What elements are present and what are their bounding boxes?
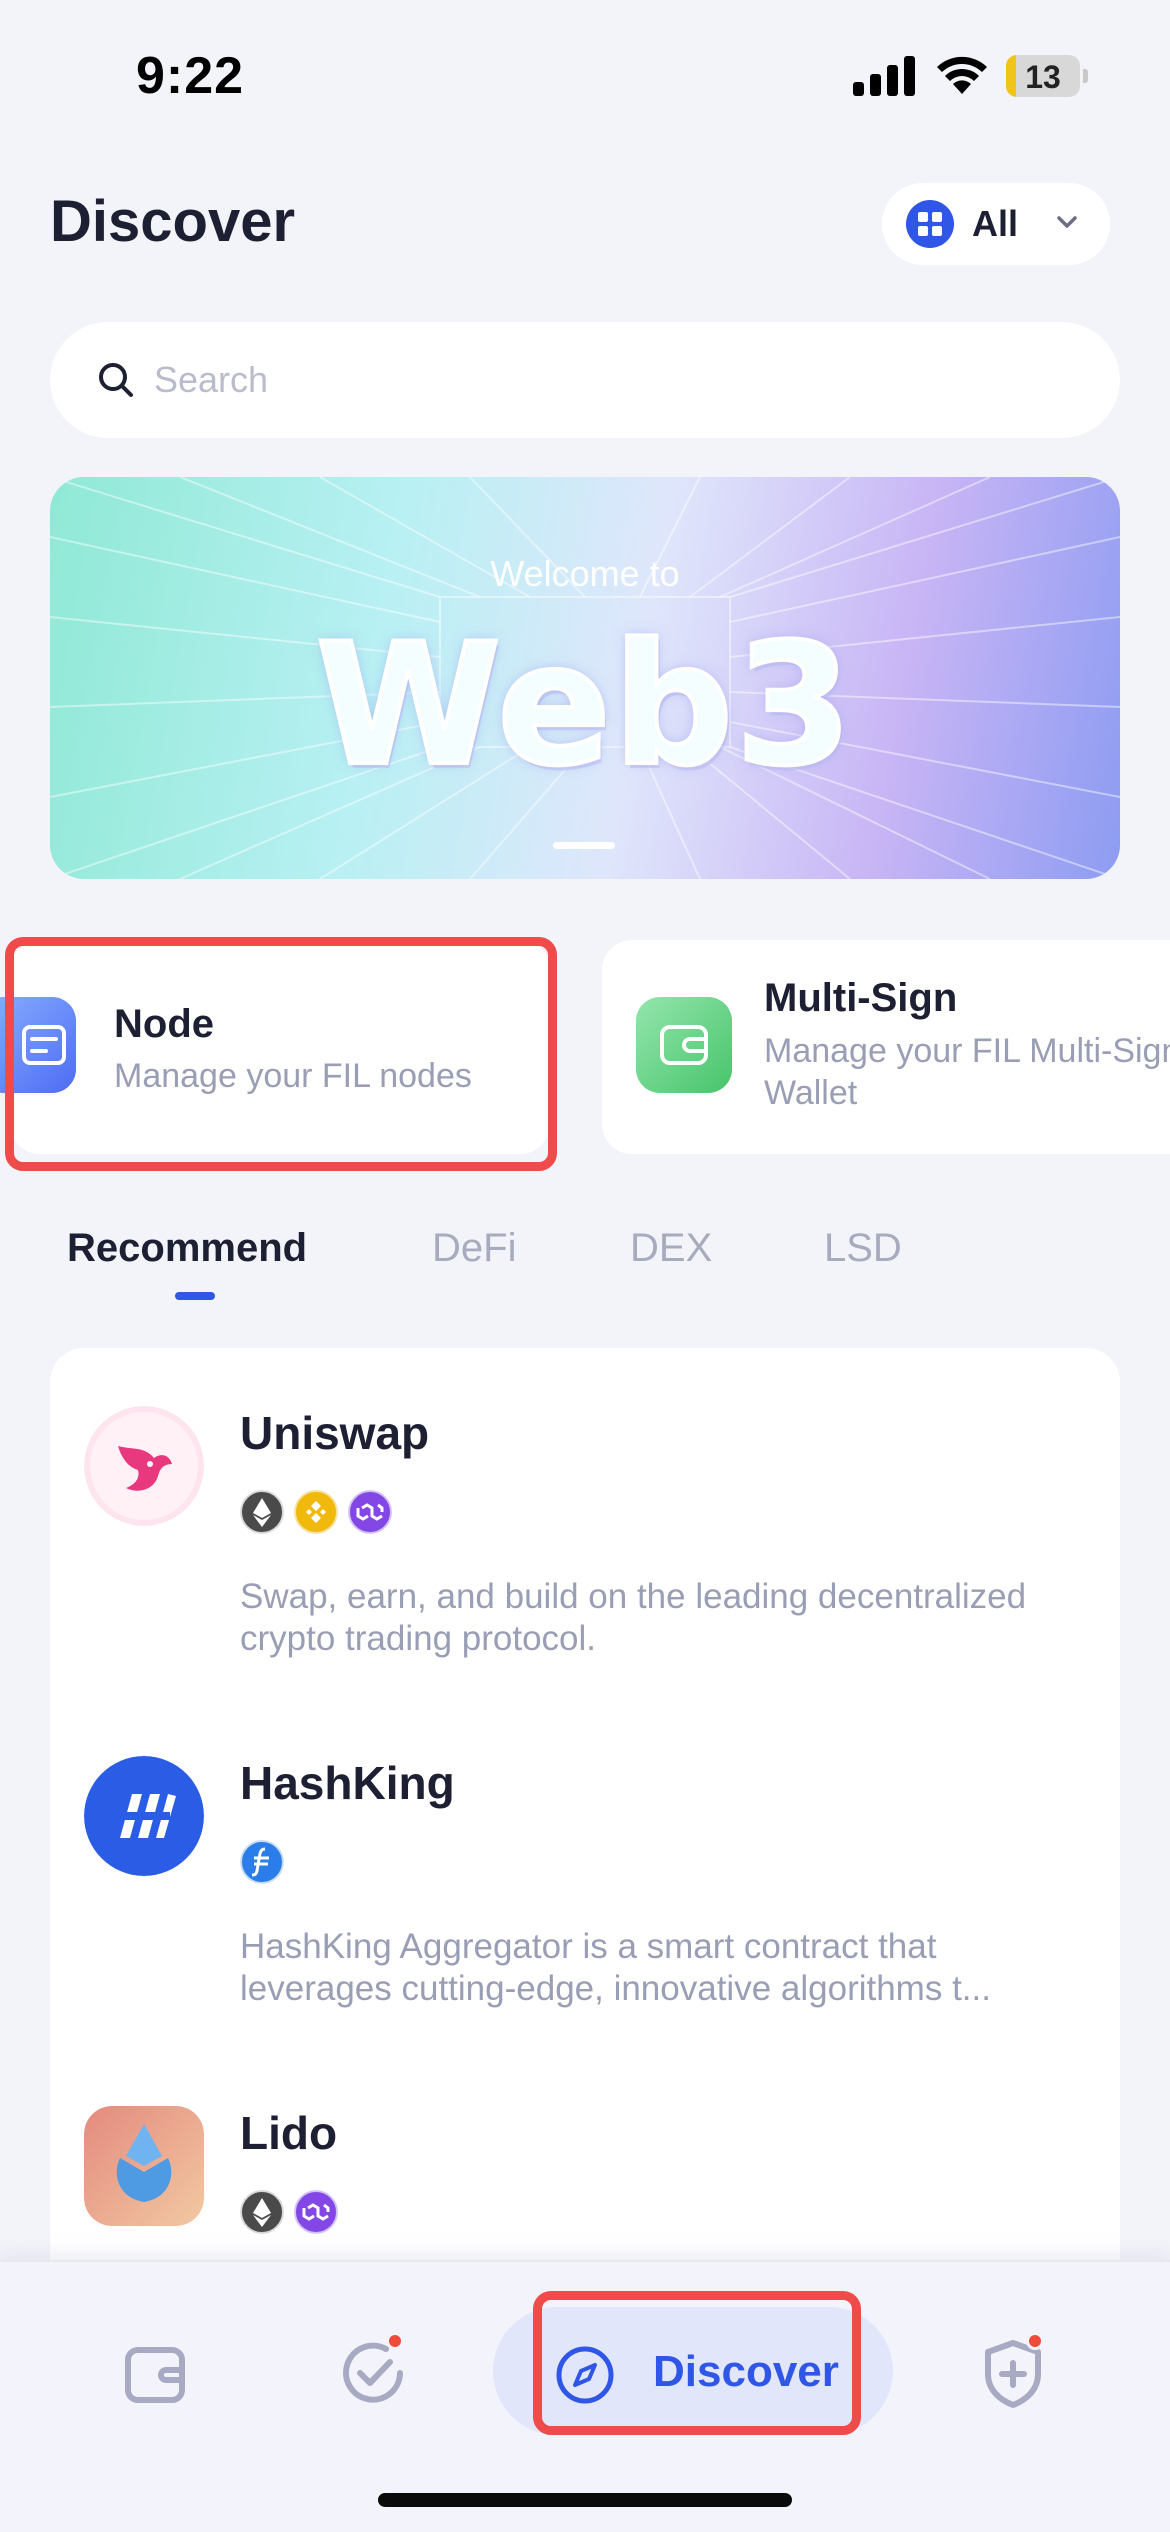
tab-lsd[interactable]: LSD [824,1226,902,1271]
battery-icon: 13 [1006,55,1088,97]
banner-title: Web3 [314,605,855,805]
multi-sign-card-description: Manage your FIL Multi-Sign Wallet [764,1032,1170,1112]
grid-icon [906,200,954,248]
search-icon [99,363,133,397]
uniswap-logo-icon [84,1406,204,1526]
dapp-list: Uniswap Swap, earn, and build on the lea… [50,1348,1120,2348]
dapp-item-uniswap[interactable]: Uniswap Swap, earn, and build on the lea… [50,1348,1120,1698]
compass-icon [556,2346,614,2404]
search-bar[interactable] [50,322,1120,438]
dapp-item-hashking[interactable]: HashKing HashKing Aggregator is a smart … [50,1698,1120,2048]
wallet-icon [636,997,732,1093]
fvm-icon [240,1840,284,1884]
status-time: 9:22 [136,47,245,105]
chain-badges [240,1840,284,1884]
chain-filter-dropdown[interactable]: All [882,183,1110,265]
node-card-description: Manage your FIL nodes [114,1057,472,1095]
lido-logo-icon [84,2106,204,2226]
bottom-navigation: Discover [0,2260,1170,2532]
welcome-banner[interactable]: Welcome to Web3 [50,477,1120,879]
dapp-description: HashKing Aggregator is a smart contract … [240,1927,991,2008]
bnb-icon [294,1490,338,1534]
node-card-title: Node [114,1002,214,1046]
cellular-signal-icon [853,56,915,96]
multi-sign-card-title: Multi-Sign [764,976,958,1020]
status-bar: 9:22 13 [0,0,1170,150]
node-card[interactable]: Node Manage your FIL nodes [0,940,550,1154]
notification-dot [1026,2332,1044,2350]
home-indicator [378,2493,792,2507]
chain-badges [240,2190,338,2234]
page-title: Discover [50,189,296,254]
chevron-down-icon [1057,216,1077,228]
search-input[interactable] [154,352,1054,408]
carousel-indicator [553,842,615,849]
active-tab-indicator [175,1292,215,1300]
security-nav-item[interactable] [980,2332,1046,2410]
wallet-icon[interactable] [122,2342,188,2408]
tab-recommend[interactable]: Recommend [67,1226,307,1271]
banner-subtitle: Welcome to [490,553,680,594]
dapp-description: Swap, earn, and build on the leading dec… [240,1577,1027,1658]
tab-dex[interactable]: DEX [630,1226,712,1271]
notification-dot [386,2332,404,2350]
chain-filter-label: All [972,203,1019,244]
hashking-logo-icon [84,1756,204,1876]
tasks-nav-item[interactable] [338,2332,408,2408]
dapp-name: Lido [240,2107,338,2159]
tab-defi[interactable]: DeFi [432,1226,516,1271]
dapp-name: HashKing [240,1757,455,1809]
polygon-icon [294,2190,338,2234]
multi-sign-card[interactable]: Multi-Sign Manage your FIL Multi-Sign Wa… [602,940,1170,1154]
discover-nav-label: Discover [653,2347,839,2396]
chain-badges [240,1490,392,1534]
wifi-icon [937,56,987,94]
discover-nav-item[interactable]: Discover [493,2307,893,2435]
ethereum-icon [240,2190,284,2234]
ethereum-icon [240,1490,284,1534]
dapp-name: Uniswap [240,1407,430,1459]
polygon-icon [348,1490,392,1534]
battery-percentage: 13 [1025,59,1061,95]
node-card-icon [0,997,76,1093]
